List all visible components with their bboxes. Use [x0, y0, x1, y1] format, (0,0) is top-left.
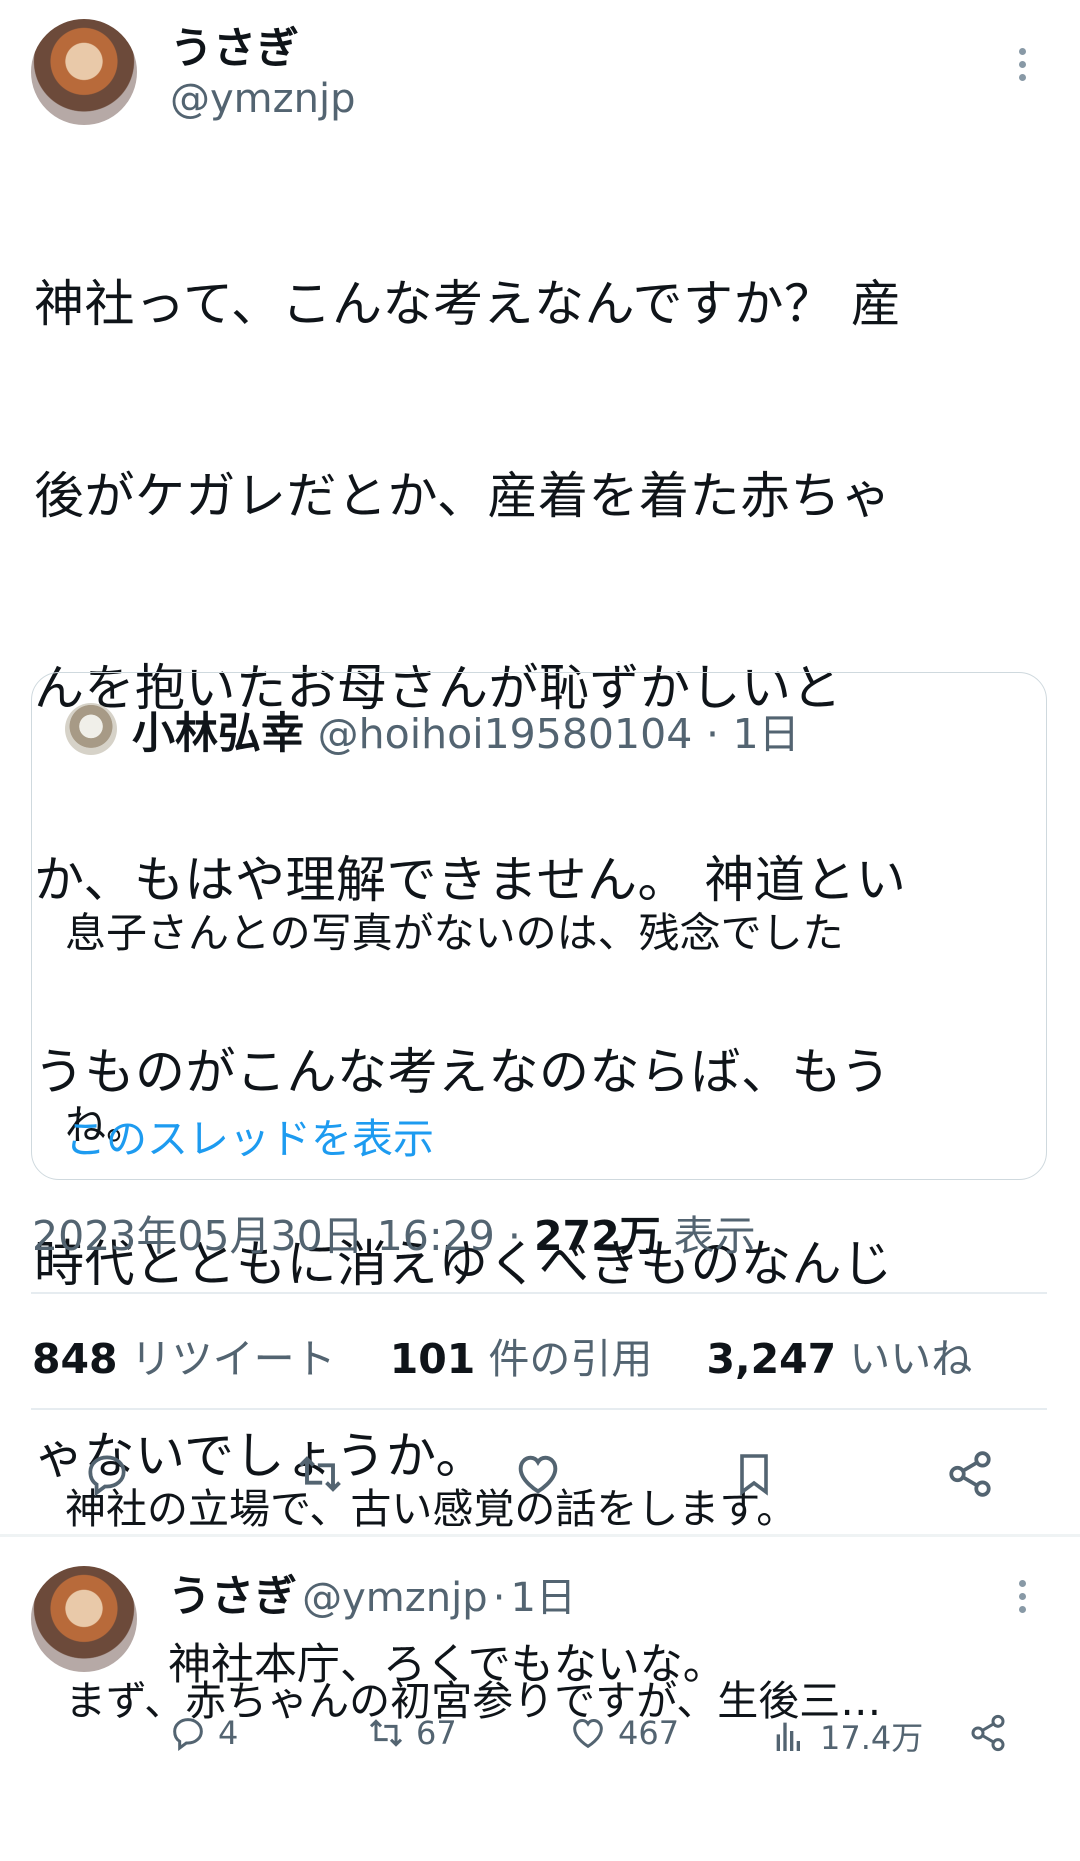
reply-views-button[interactable]: 17.4万 — [770, 1713, 923, 1759]
reply-icon[interactable] — [81, 1448, 133, 1500]
separator-dot: · — [492, 1575, 506, 1621]
like-count: 467 — [618, 1714, 680, 1752]
quoted-text: 息子さんとの写真がないのは、残念でした ね。 神社の立場で、古い感覚の話をします… — [65, 773, 1025, 1861]
retweets-stat[interactable]: 848 リツイート — [32, 1335, 336, 1383]
quoted-text-line: 息子さんとの写真がないのは、残念でした — [65, 909, 844, 957]
retweet-count: 67 — [416, 1714, 457, 1752]
author-handle[interactable]: @ymznjp — [170, 76, 356, 122]
retweets-label: リツイート — [130, 1335, 336, 1383]
like-icon[interactable] — [512, 1448, 564, 1500]
tweet-stats: 848 リツイート 101 件の引用 3,247 いいね — [32, 1325, 972, 1385]
separator-dot: · — [507, 1212, 521, 1260]
quotes-count: 101 — [389, 1335, 476, 1383]
share-icon[interactable] — [944, 1448, 996, 1500]
views-label: 表示 — [673, 1212, 756, 1260]
reply-time[interactable]: 1日 — [511, 1575, 576, 1621]
quotes-label: 件の引用 — [488, 1335, 653, 1383]
views-count-small: 17.4万 — [820, 1719, 924, 1757]
like-icon — [573, 1718, 603, 1749]
reply-count: 4 — [218, 1714, 239, 1752]
show-thread-link[interactable]: このスレッドを表示 — [65, 1105, 434, 1165]
divider — [0, 1534, 1080, 1537]
reply-author-avatar[interactable] — [31, 1566, 137, 1672]
quoted-author-avatar — [65, 703, 117, 755]
author-avatar[interactable] — [31, 19, 137, 125]
reply-author-name[interactable]: うさぎ — [168, 1572, 297, 1622]
tweet-text-line: 神社って、こんな考えなんですか？ 産 — [34, 275, 902, 333]
quoted-author-name: 小林弘幸 — [132, 709, 304, 759]
retweet-icon — [369, 1719, 403, 1747]
divider — [31, 1292, 1047, 1294]
reply-more-options-icon[interactable] — [1016, 1580, 1028, 1613]
quotes-stat[interactable]: 101 件の引用 — [390, 1335, 653, 1383]
reply-reply-button[interactable]: 4 — [168, 1713, 238, 1753]
views-count: 272万 — [534, 1212, 661, 1260]
reply-icon — [173, 1718, 203, 1751]
tweet-meta: 2023年05月30日 16:29 · 272万 表示 — [32, 1202, 756, 1262]
divider — [31, 1408, 1047, 1410]
likes-stat[interactable]: 3,247 いいね — [706, 1335, 972, 1383]
separator-dot: · — [705, 710, 719, 758]
timestamp[interactable]: 2023年05月30日 16:29 — [32, 1212, 495, 1260]
reply-retweet-button[interactable]: 67 — [366, 1713, 457, 1753]
retweet-icon[interactable] — [294, 1448, 346, 1500]
reply-text: 神社本庁、ろくでもないな。 — [168, 1640, 726, 1690]
views-icon — [776, 1722, 800, 1751]
quoted-author-handle: @hoihoi19580104 — [317, 710, 693, 758]
likes-count: 3,247 — [706, 1335, 837, 1383]
more-options-icon[interactable] — [1016, 48, 1028, 81]
reply-share-icon[interactable] — [966, 1711, 1010, 1755]
reply-like-button[interactable]: 467 — [568, 1713, 679, 1753]
likes-label: いいね — [849, 1335, 973, 1383]
quoted-time: 1日 — [732, 710, 800, 758]
tweet-text-line: 後がケガレだとか、産着を着た赤ちゃ — [34, 467, 892, 525]
quoted-tweet-card[interactable]: 小林弘幸 @hoihoi19580104 · 1日 息子さんとの写真がないのは、… — [31, 672, 1047, 1725]
bookmark-icon[interactable] — [728, 1448, 780, 1500]
retweets-count: 848 — [32, 1335, 118, 1383]
author-name[interactable]: うさぎ — [170, 14, 299, 76]
reply-author-handle[interactable]: @ymznjp — [302, 1575, 488, 1621]
